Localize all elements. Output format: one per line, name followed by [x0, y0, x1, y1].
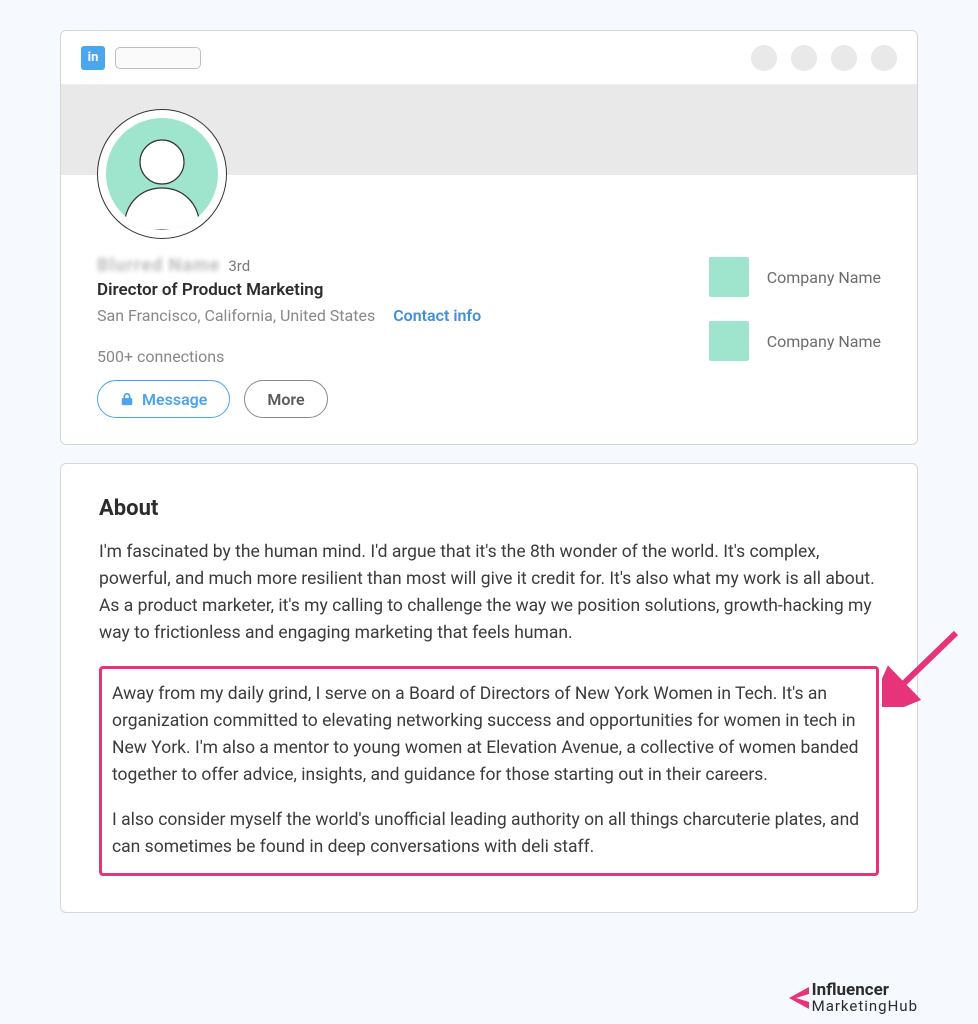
company-item[interactable]: Company Name [709, 321, 881, 361]
nav-item-icon[interactable] [871, 45, 897, 71]
message-button-label: Message [142, 390, 207, 409]
about-paragraph: Away from my daily grind, I serve on a B… [112, 681, 866, 790]
message-button[interactable]: Message [97, 380, 230, 418]
connection-degree: 3rd [228, 257, 250, 275]
company-logo-icon [709, 321, 749, 361]
highlight-box: Away from my daily grind, I serve on a B… [99, 666, 879, 877]
brand-line-2: MarketingHub [812, 999, 918, 1014]
about-title: About [99, 496, 879, 521]
nav-item-icon[interactable] [831, 45, 857, 71]
top-bar: in [61, 31, 917, 85]
about-card: About I'm fascinated by the human mind. … [60, 463, 918, 913]
about-paragraph: I also consider myself the world's unoff… [112, 807, 866, 861]
more-button[interactable]: More [244, 380, 327, 418]
company-name-label: Company Name [767, 332, 881, 351]
lock-icon [120, 392, 134, 406]
search-input[interactable] [115, 47, 201, 69]
company-item[interactable]: Company Name [709, 257, 881, 297]
linkedin-logo-icon[interactable]: in [81, 46, 105, 70]
about-paragraph: I'm fascinated by the human mind. I'd ar… [99, 539, 879, 648]
contact-info-link[interactable]: Contact info [393, 306, 481, 325]
person-icon [106, 118, 218, 230]
company-name-label: Company Name [767, 268, 881, 287]
connections-count[interactable]: 500+ connections [97, 347, 709, 366]
profile-headline: Director of Product Marketing [97, 280, 709, 300]
nav-item-icon[interactable] [791, 45, 817, 71]
footer-brand: Influencer MarketingHub [784, 982, 918, 1014]
nav-item-icon[interactable] [751, 45, 777, 71]
brand-arrow-icon [784, 983, 810, 1013]
profile-name: Blurred Name [97, 255, 220, 276]
company-logo-icon [709, 257, 749, 297]
profile-card: in Blurred Name [60, 30, 918, 445]
avatar[interactable] [97, 109, 227, 239]
more-button-label: More [267, 390, 304, 409]
profile-location: San Francisco, California, United States [97, 306, 375, 325]
